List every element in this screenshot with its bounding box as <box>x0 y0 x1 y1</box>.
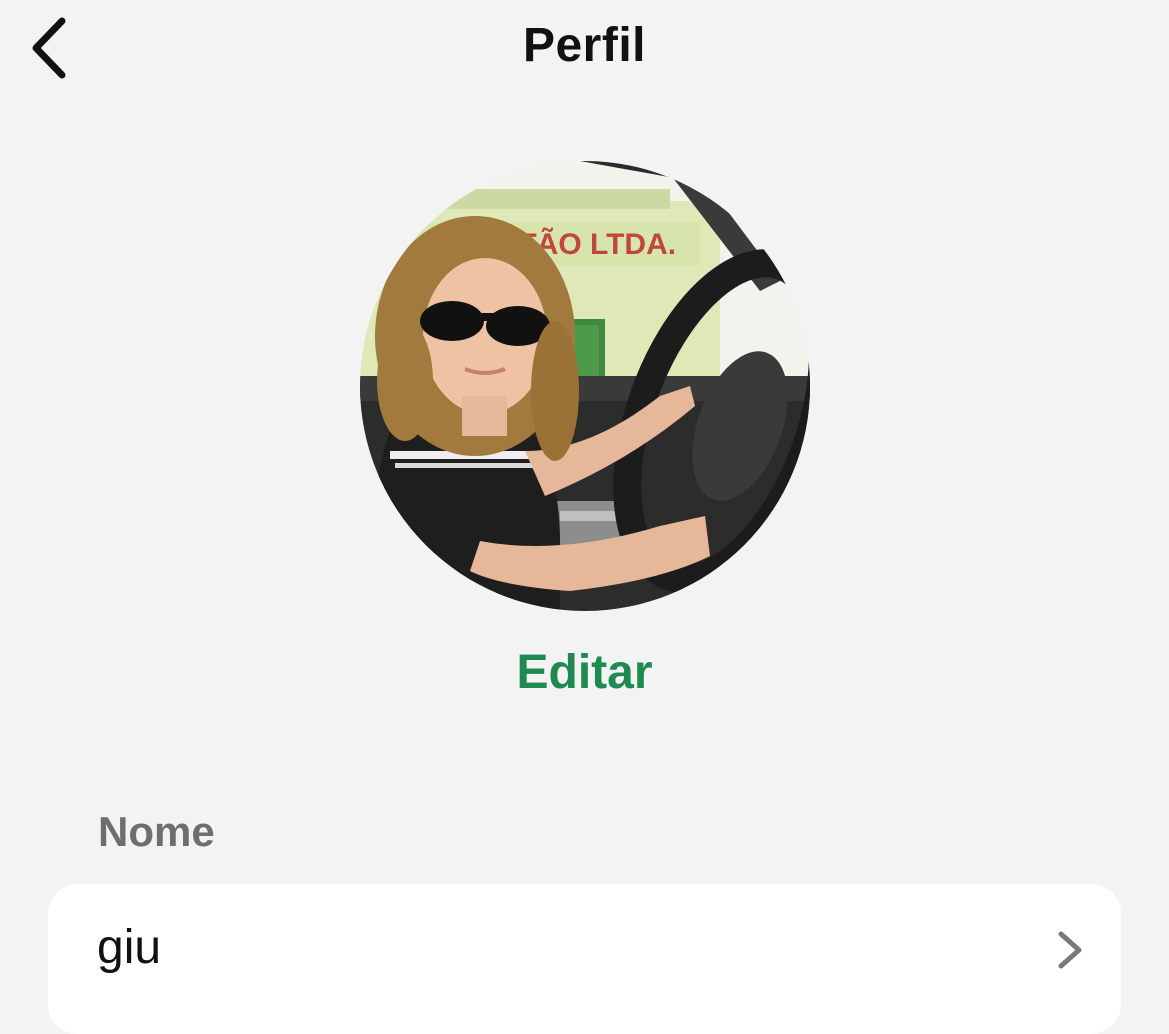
name-row[interactable]: giu <box>48 884 1121 1034</box>
name-section-label: Nome <box>98 808 215 855</box>
name-value: giu <box>97 921 162 974</box>
top-bar: Perfil <box>0 0 1169 100</box>
avatar-photo: ITÃO LTDA. <box>360 161 810 611</box>
page-title: Perfil <box>522 19 647 72</box>
edit-photo-link[interactable]: Editar <box>0 645 1169 700</box>
chevron-right-icon <box>1058 931 1082 969</box>
avatar[interactable]: ITÃO LTDA. <box>360 161 810 611</box>
